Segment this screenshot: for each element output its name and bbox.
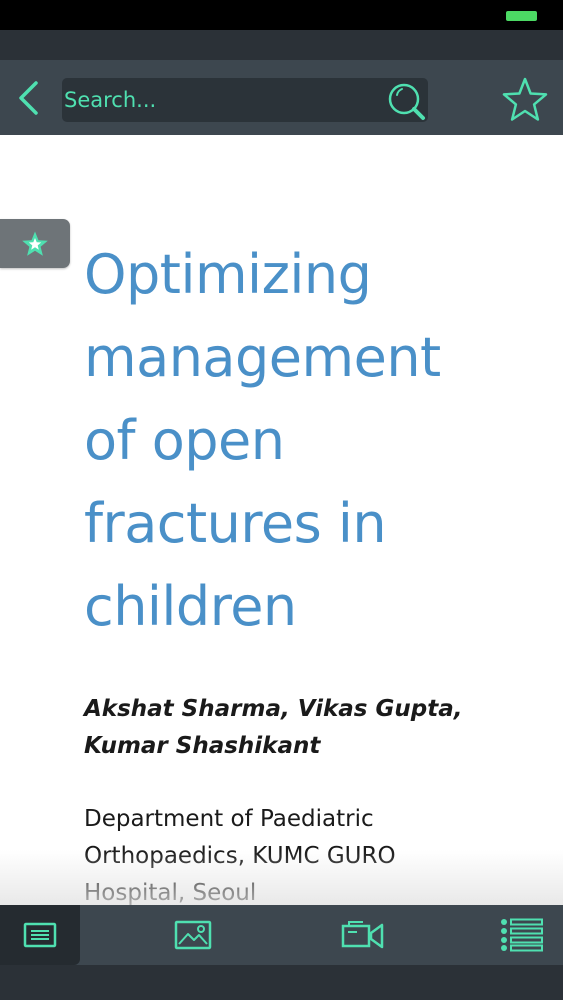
affiliation-line: Orthopaedics, KUMC GURO [84,843,396,869]
chevron-left-icon [19,81,38,115]
title-line: Optimizing [84,243,372,306]
bookmark-tab[interactable] [0,219,70,268]
title-line: of open [84,409,285,472]
authors-line: Kumar Shashikant [84,733,321,759]
search-input[interactable] [64,78,382,122]
tab-contents[interactable] [480,905,563,965]
list-icon [500,918,543,952]
tab-images[interactable] [150,905,236,965]
back-button[interactable] [8,76,48,120]
navigation-bar [0,60,563,135]
affiliation-line: Department of Paediatric [84,806,374,832]
tab-text[interactable] [0,905,80,965]
search-icon[interactable] [386,80,428,122]
star-icon [22,231,48,256]
search-box [62,78,428,122]
authors-line: Akshat Sharma, Vikas Gupta, [84,696,463,722]
title-line: fractures in [84,492,387,555]
video-icon [341,921,384,949]
title-line: management [84,326,441,389]
status-bar [0,0,563,30]
affiliation-line: Hospital, Seoul [84,880,257,905]
article-affiliation: Department of Paediatric Orthopaedics, K… [84,801,524,905]
title-line: children [84,575,297,638]
battery-icon [506,11,537,21]
tab-media[interactable] [320,905,406,965]
article-authors: Akshat Sharma, Vikas Gupta, Kumar Shashi… [84,691,524,765]
header-band [0,30,563,60]
star-icon [502,77,548,121]
text-document-icon [23,922,57,948]
article-title: Optimizing management of open fractures … [84,233,524,648]
article-content[interactable]: Optimizing management of open fractures … [0,135,563,905]
tab-bar [0,905,563,965]
home-indicator-band [0,965,563,1000]
favorite-button[interactable] [500,76,550,122]
image-icon [174,920,212,950]
